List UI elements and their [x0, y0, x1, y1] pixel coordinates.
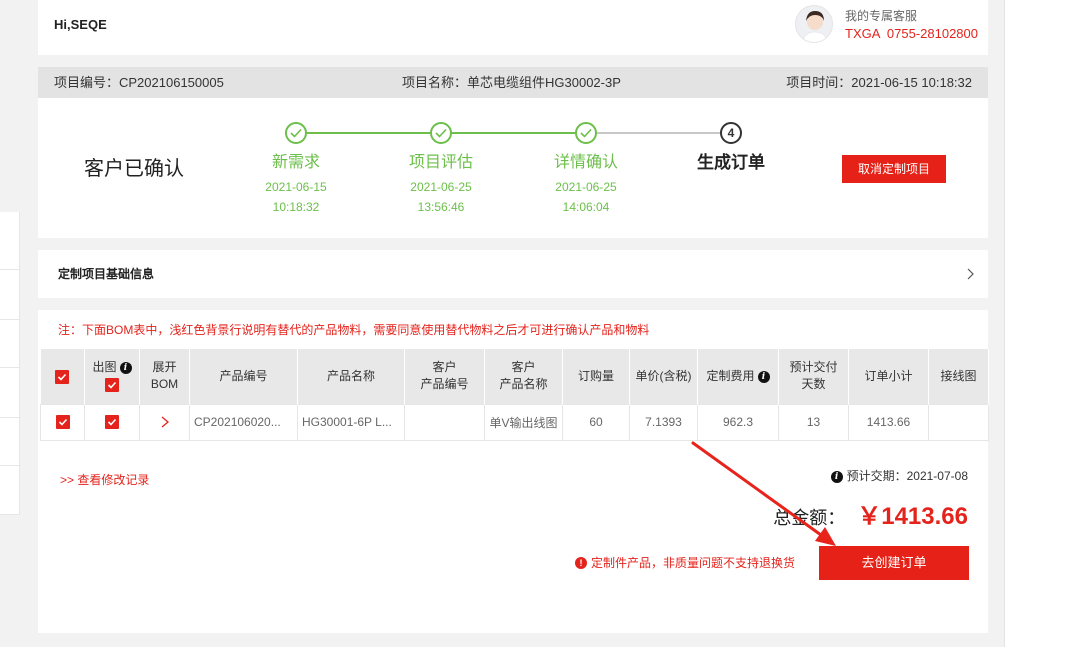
header-product-code: 产品编号	[189, 349, 298, 404]
table-row: CP202106020... HG30001-6P L... 单V输出线图 60…	[40, 403, 989, 441]
step-3-date: 2021-06-25	[555, 180, 617, 194]
side-menu-fragment	[0, 212, 20, 515]
step-3-label: 详情确认	[553, 154, 618, 171]
cell-delivery-days: 13	[778, 403, 849, 441]
row-export-drawing-checkbox[interactable]	[105, 415, 119, 430]
header-label: 预计交付	[789, 360, 838, 375]
side-menu-item[interactable]	[0, 418, 19, 466]
step-2-label: 项目评估	[408, 154, 473, 171]
service-contact: TXGA 0755-28102800	[845, 26, 978, 41]
service-avatar[interactable]	[795, 5, 833, 43]
estimated-delivery: i 预计交期：2021-07-08	[830, 468, 968, 484]
bom-section: 注：下面BOM表中，浅红色背景行说明有替代的产品物料，需要同意使用替代物料之后才…	[38, 310, 989, 633]
export-drawing-all-checkbox[interactable]	[105, 378, 119, 393]
project-info-bar: 项目编号：CP202106150005 项目名称：单芯电缆组件HG30002-3…	[38, 67, 988, 98]
header-customer-product-code: 客户 产品编号	[404, 349, 485, 404]
header-select-all	[40, 349, 85, 404]
chevron-right-icon[interactable]	[158, 415, 172, 429]
info-icon: i	[830, 471, 843, 483]
progress-line-pending	[597, 132, 720, 134]
cell-custom-fee: 962.3	[697, 403, 779, 441]
warning-icon: !	[574, 557, 587, 569]
row-export-drawing-cell	[84, 403, 140, 441]
header-quantity: 订购量	[562, 349, 630, 404]
header-label: 定制费用	[706, 368, 755, 383]
row-expand-cell	[139, 403, 190, 441]
row-select-cell	[40, 403, 85, 441]
step-3-time: 14:06:04	[562, 200, 610, 214]
header-delivery-days: 预计交付 天数	[778, 349, 849, 404]
basic-info-title: 定制项目基础信息	[58, 267, 155, 281]
step-1-date: 2021-06-15	[265, 180, 327, 194]
select-all-checkbox[interactable]	[55, 369, 70, 384]
user-greeting: Hi,SEQE	[54, 17, 107, 32]
header-expand-bom: 展开 BOM	[139, 349, 190, 404]
order-total: 总金额： ￥1413.66	[773, 500, 968, 534]
header-product-name: 产品名称	[297, 349, 405, 404]
side-menu-item[interactable]	[0, 466, 19, 515]
header-label: 展开	[152, 360, 177, 375]
step-1-check-icon	[285, 122, 307, 144]
step-4-label: 生成订单	[697, 153, 765, 172]
cell-wiring-diagram	[928, 403, 989, 441]
basic-info-section[interactable]: 定制项目基础信息	[38, 250, 988, 298]
info-icon[interactable]: i	[757, 370, 770, 383]
side-menu-item[interactable]	[0, 212, 19, 270]
view-history-link[interactable]: >> 查看修改记录	[60, 472, 149, 488]
step-3-check-icon	[575, 122, 597, 144]
warning-text: 定制件产品，非质量问题不支持退换货	[590, 556, 795, 570]
right-panel-fragment	[1004, 0, 1074, 647]
total-value: ￥1413.66	[857, 503, 968, 530]
cell-unit-price: 7.1393	[629, 403, 698, 441]
step-2-check-icon	[430, 122, 452, 144]
row-select-checkbox[interactable]	[55, 415, 70, 430]
header-wiring-diagram: 接线图	[928, 349, 989, 404]
step-2-date: 2021-06-25	[410, 180, 472, 194]
project-status-panel: 客户已确认 4 新需求 2021-06-15 10:18:32 项目评估 202…	[38, 98, 988, 238]
info-icon[interactable]: i	[119, 362, 132, 375]
cancel-project-button[interactable]: 取消定制项目	[842, 155, 946, 183]
header-subtotal: 订单小计	[848, 349, 929, 404]
bom-header-row: 出图 i 展开 BOM 产品编号 产品名称 客户 产品编号 客户 产品名称 订购…	[40, 349, 989, 404]
cell-product-name: HG30001-6P L...	[297, 403, 405, 441]
estimated-delivery-text: 预计交期：2021-07-08	[846, 469, 968, 483]
project-time: 项目时间：2021-06-15 10:18:32	[786, 75, 972, 90]
step-1-label: 新需求	[271, 154, 320, 171]
cell-customer-product-name: 单V输出线图	[484, 403, 563, 441]
side-menu-item[interactable]	[0, 270, 19, 320]
step-1-time: 10:18:32	[272, 200, 320, 214]
total-label: 总金额：	[773, 508, 846, 528]
header-label: 客户	[432, 360, 457, 375]
side-menu-item[interactable]	[0, 368, 19, 418]
cell-quantity: 60	[562, 403, 630, 441]
create-order-button[interactable]: 去创建订单	[819, 546, 969, 580]
cell-customer-product-code	[404, 403, 485, 441]
header-label: BOM	[150, 377, 179, 392]
header-label: 产品编号	[420, 377, 469, 392]
bom-table: 出图 i 展开 BOM 产品编号 产品名称 客户 产品编号 客户 产品名称 订购…	[40, 349, 989, 441]
header-customer-product-name: 客户 产品名称	[484, 349, 563, 404]
step-2-time: 13:56:46	[417, 200, 465, 214]
return-policy-warning: ! 定制件产品，非质量问题不支持退换货	[574, 555, 795, 571]
cell-product-code[interactable]: CP202106020...	[189, 403, 298, 441]
header-unit-price: 单价(含税)	[629, 349, 698, 404]
header-label: 出图	[92, 360, 117, 375]
side-menu-item[interactable]	[0, 320, 19, 368]
service-label: 我的专属客服	[845, 9, 918, 23]
bom-note: 注：下面BOM表中，浅红色背景行说明有替代的产品物料，需要同意使用替代物料之后才…	[58, 323, 650, 337]
cell-subtotal: 1413.66	[848, 403, 929, 441]
project-number: 项目编号：CP202106150005	[54, 75, 224, 90]
project-name: 项目名称：单芯电缆组件HG30002-3P	[402, 75, 621, 90]
header-custom-fee: 定制费用 i	[697, 349, 779, 404]
header-label: 产品名称	[499, 377, 548, 392]
header-label: 天数	[801, 377, 826, 392]
user-header: Hi,SEQE 我的专属客服 TXGA 0755-28102800	[38, 0, 988, 55]
status-title: 客户已确认	[84, 158, 184, 180]
step-4-number: 4	[720, 122, 742, 144]
chevron-right-icon[interactable]	[964, 267, 978, 281]
header-label: 客户	[511, 360, 536, 375]
header-export-drawing: 出图 i	[84, 349, 140, 404]
